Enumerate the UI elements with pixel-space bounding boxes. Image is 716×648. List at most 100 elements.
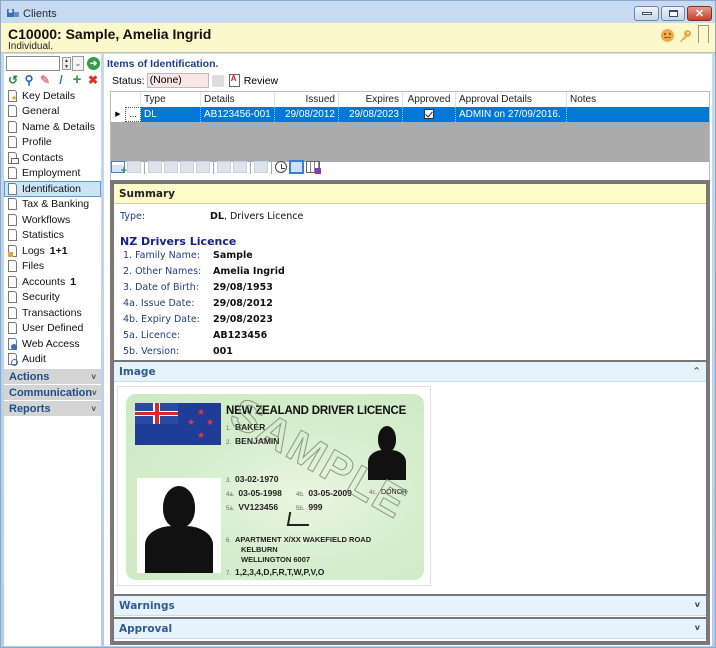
- contacts-icon: [8, 151, 19, 164]
- nav-item-identification[interactable]: Identification: [4, 181, 101, 197]
- status-field[interactable]: (None): [146, 73, 209, 88]
- image-panel-header[interactable]: Image ^: [114, 362, 706, 382]
- chevron-down-icon: v: [694, 623, 700, 632]
- col1-icon[interactable]: [148, 161, 162, 173]
- logs-count-badge: 1+1: [49, 244, 68, 257]
- nav-item-label: Transactions: [22, 306, 82, 319]
- move-up-icon[interactable]: [217, 161, 231, 173]
- column-header-issued[interactable]: Issued: [275, 92, 339, 107]
- insert-icon[interactable]: [127, 161, 141, 173]
- nav-item-statistics[interactable]: Statistics: [4, 228, 101, 244]
- clients-app-icon: [7, 9, 19, 17]
- section-reports[interactable]: Reports v: [4, 400, 101, 416]
- nav-item-key-details[interactable]: Key Details: [4, 88, 101, 104]
- nav-item-accounts[interactable]: Accounts 1: [4, 274, 101, 290]
- field-value: Amelia Ingrid: [213, 266, 285, 277]
- nav-item-transactions[interactable]: Transactions: [4, 305, 101, 321]
- nav-item-contacts[interactable]: Contacts: [4, 150, 101, 166]
- row-indicator-icon: ▶: [111, 107, 125, 122]
- section-communication[interactable]: Communication v: [4, 384, 101, 400]
- col4-icon[interactable]: [196, 161, 210, 173]
- pencil-icon[interactable]: /: [55, 74, 67, 86]
- status-label: Status:: [112, 74, 145, 87]
- go-icon[interactable]: ➜: [87, 57, 100, 70]
- bookmark-icon[interactable]: [698, 25, 709, 44]
- nav-toolbar: ↺ ⚲ ✎ / + ✖: [7, 72, 99, 87]
- table-row[interactable]: ▶ ... DL AB123456-001 29/08/2012 29/08/2…: [111, 107, 709, 122]
- close-icon: ✕: [694, 8, 705, 20]
- cell-issued[interactable]: 29/08/2012: [275, 107, 339, 122]
- minimize-button[interactable]: [634, 6, 659, 21]
- approval-panel: Approval v: [114, 619, 706, 641]
- refresh-icon[interactable]: [211, 74, 224, 87]
- field-label: 5a. Licence:: [123, 330, 181, 341]
- move-down-icon[interactable]: [233, 161, 247, 173]
- column-header-notes[interactable]: Notes: [567, 92, 709, 107]
- layout-icon[interactable]: [289, 160, 304, 174]
- add-row-icon[interactable]: [111, 161, 127, 177]
- section-label: Actions: [9, 370, 50, 383]
- document-icon: [8, 260, 17, 273]
- licence-image[interactable]: ★ ★ ★ ★ NEW ZEALAND DRIVER LICENCE 1. BAK…: [117, 386, 431, 586]
- column-header-details[interactable]: Details: [201, 92, 275, 107]
- nav-item-logs[interactable]: Logs 1+1: [4, 243, 101, 259]
- card-field-text: 999: [308, 502, 323, 512]
- card-field-text: KELBURN: [241, 545, 278, 554]
- col2-icon[interactable]: [164, 161, 178, 173]
- nav-item-tax-banking[interactable]: Tax & Banking: [4, 197, 101, 213]
- column-header-approved[interactable]: Approved: [403, 92, 456, 107]
- nav-item-general[interactable]: General: [4, 104, 101, 120]
- cell-type[interactable]: DL: [141, 107, 201, 122]
- add-icon[interactable]: +: [71, 72, 83, 87]
- nav-item-name-details[interactable]: Name & Details: [4, 119, 101, 135]
- nav-item-security[interactable]: Security: [4, 290, 101, 306]
- cell-details[interactable]: AB123456-001: [201, 107, 275, 122]
- search-dropdown-button[interactable]: ⌄: [72, 56, 84, 71]
- cell-approval-details[interactable]: ADMIN on 27/09/2016.: [456, 107, 567, 122]
- grid-save-icon[interactable]: [306, 161, 321, 174]
- close-button[interactable]: ✕: [687, 6, 712, 21]
- web-access-icon: [8, 337, 17, 350]
- nav-item-employment[interactable]: Employment: [4, 166, 101, 182]
- search-spinner[interactable]: ▲ ▼: [62, 57, 71, 70]
- delete-icon[interactable]: ✖: [87, 74, 99, 86]
- history-icon[interactable]: ↺: [7, 74, 19, 86]
- column-header-type[interactable]: Type: [141, 92, 201, 107]
- stamp-icon[interactable]: [254, 161, 268, 173]
- card-line: 3. 03-02-1970: [226, 474, 279, 484]
- smiley-icon[interactable]: [661, 29, 674, 42]
- cell-notes[interactable]: [567, 107, 709, 122]
- key-icon[interactable]: [678, 29, 692, 43]
- nav-item-label: Contacts: [22, 151, 64, 164]
- cell-approved[interactable]: [403, 107, 456, 122]
- nav-item-user-defined[interactable]: User Defined: [4, 321, 101, 337]
- warnings-panel-header[interactable]: Warnings v: [114, 596, 706, 616]
- cell-expires[interactable]: 29/08/2023: [339, 107, 403, 122]
- nav-item-profile[interactable]: Profile: [4, 135, 101, 151]
- col3-icon[interactable]: [180, 161, 194, 173]
- nav-item-label: Logs: [22, 244, 45, 257]
- document-icon: [8, 229, 17, 242]
- left-navigation: ▲▼ ⌄ ➜ ↺ ⚲ ✎ / + ✖ Key Details General N…: [4, 54, 101, 646]
- grid-header-spacer: [111, 92, 141, 107]
- search-icon[interactable]: ⚲: [23, 74, 35, 86]
- eraser-icon[interactable]: ✎: [39, 74, 51, 86]
- row-ellipsis-button[interactable]: ...: [125, 107, 141, 122]
- review-button[interactable]: Review: [244, 75, 278, 87]
- image-panel: Image ^ ★ ★ ★ ★ NEW ZEALAND DRIVER LICENC…: [114, 362, 706, 594]
- clock-icon[interactable]: [275, 161, 287, 173]
- nav-item-web-access[interactable]: Web Access: [4, 336, 101, 352]
- approved-checkbox[interactable]: [424, 109, 434, 120]
- nav-item-files[interactable]: Files: [4, 259, 101, 275]
- maximize-button[interactable]: [661, 6, 685, 21]
- section-actions[interactable]: Actions v: [4, 368, 101, 384]
- nav-item-audit[interactable]: Audit: [4, 352, 101, 368]
- review-icon[interactable]: [228, 74, 240, 87]
- nav-item-label: Workflows: [22, 213, 71, 226]
- approval-panel-header[interactable]: Approval v: [114, 619, 706, 639]
- client-search-input[interactable]: [6, 56, 60, 71]
- card-field-number: 5a.: [226, 506, 235, 512]
- column-header-approval-details[interactable]: Approval Details: [456, 92, 567, 107]
- column-header-expires[interactable]: Expires: [339, 92, 403, 107]
- nav-item-workflows[interactable]: Workflows: [4, 212, 101, 228]
